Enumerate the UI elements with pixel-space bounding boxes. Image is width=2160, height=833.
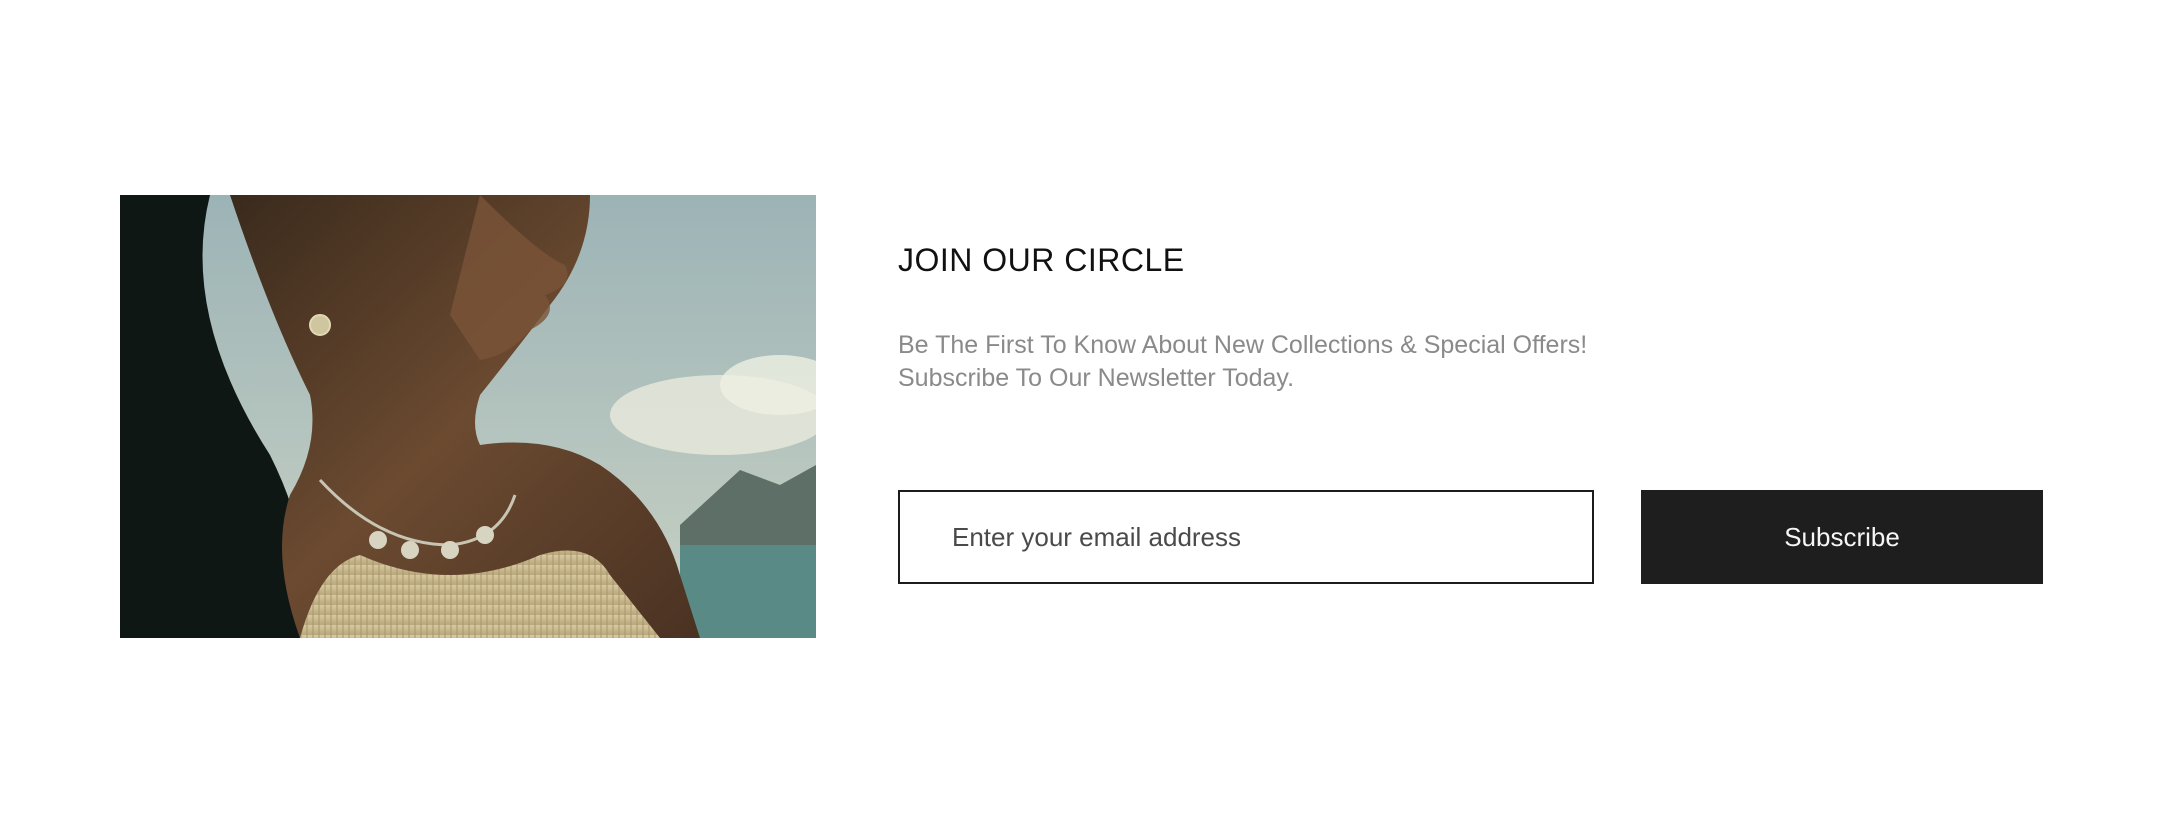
newsletter-description: Be The First To Know About New Collectio… (898, 329, 1618, 395)
newsletter-section: JOIN OUR CIRCLE Be The First To Know Abo… (0, 0, 2160, 833)
newsletter-content: JOIN OUR CIRCLE Be The First To Know Abo… (898, 195, 2048, 638)
newsletter-description-line-1: Be The First To Know About New Collectio… (898, 331, 1588, 359)
newsletter-hero-image (120, 195, 816, 638)
email-field-container[interactable] (898, 490, 1594, 584)
newsletter-heading: JOIN OUR CIRCLE (898, 242, 1185, 278)
subscribe-button[interactable]: Subscribe (1641, 490, 2043, 584)
hero-photo-illustration (120, 195, 816, 638)
email-input[interactable] (950, 520, 1592, 554)
newsletter-description-line-2: Subscribe To Our Newsletter Today. (898, 364, 1295, 392)
